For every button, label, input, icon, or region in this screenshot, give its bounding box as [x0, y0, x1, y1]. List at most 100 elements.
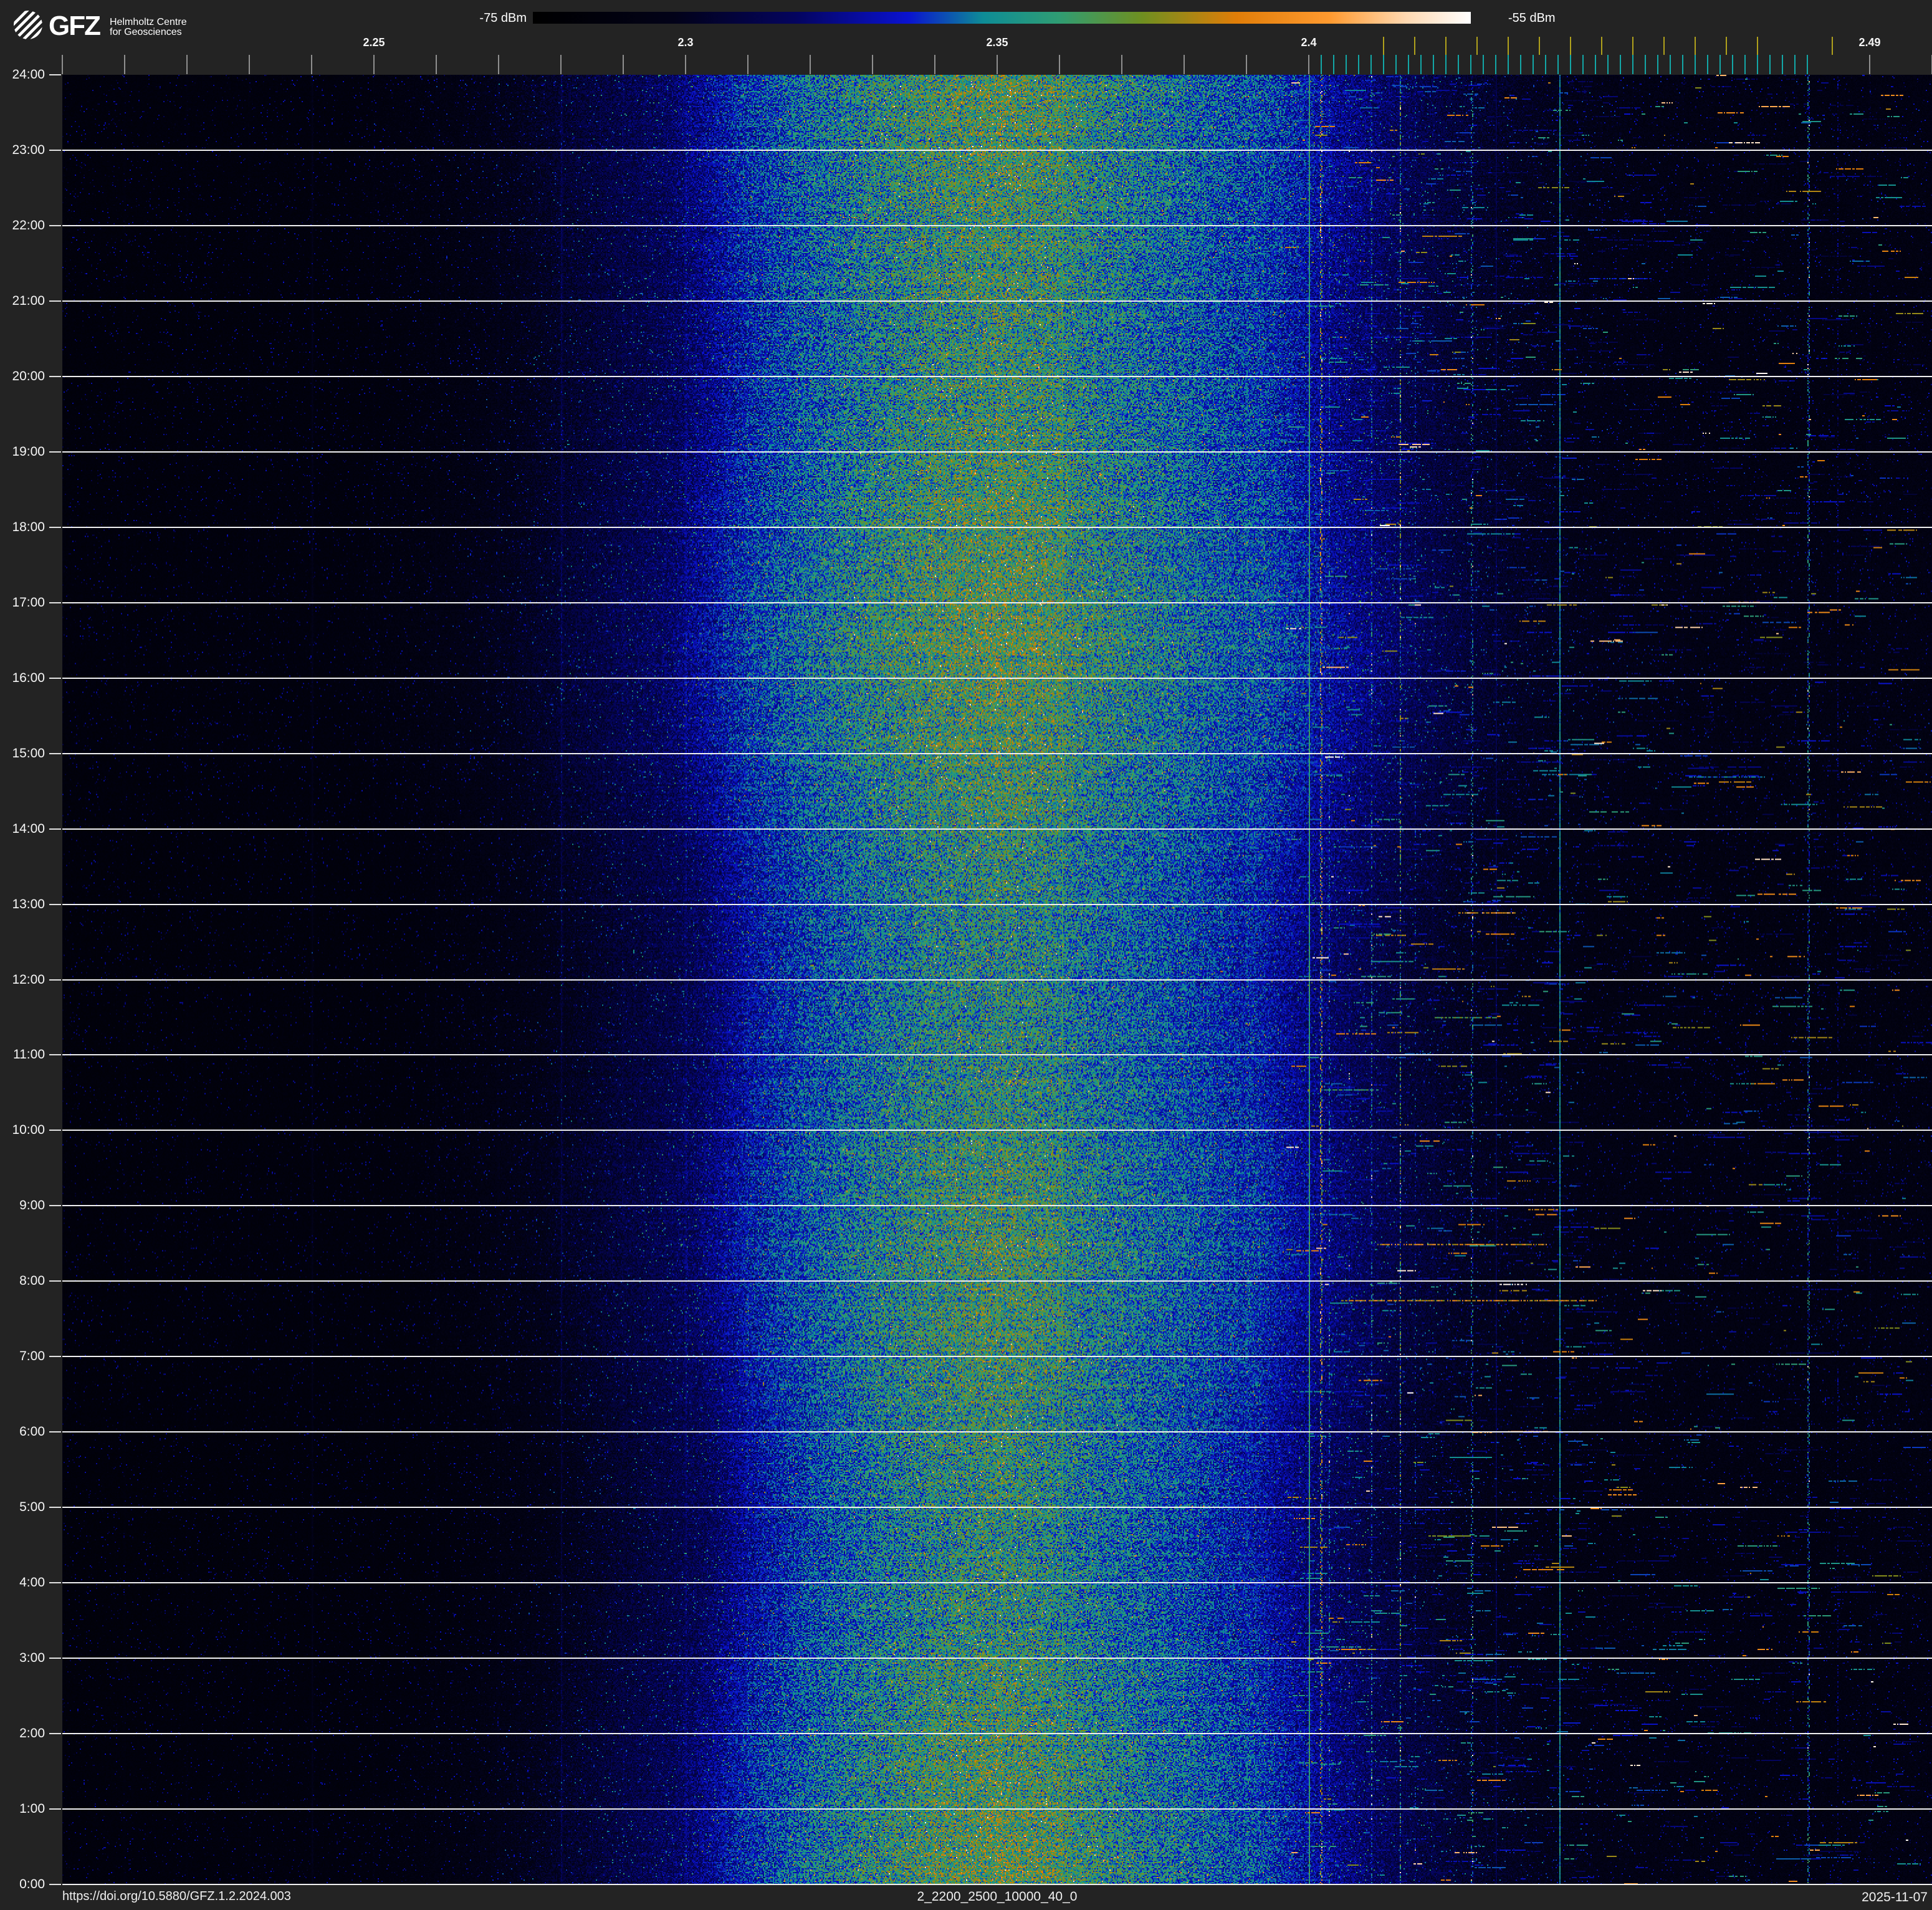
ble-channel-tick — [1321, 55, 1322, 74]
freq-axis-label: 2.25 — [363, 36, 385, 49]
ble-channel-tick — [1682, 55, 1683, 74]
hour-gridline — [62, 1431, 1932, 1433]
ble-channel-tick — [1620, 55, 1621, 74]
time-tick — [49, 1582, 61, 1584]
freq-axis-label: 2.4 — [1301, 36, 1317, 49]
wifi-channel-tick — [1663, 37, 1665, 55]
ble-channel-tick — [1645, 55, 1646, 74]
freq-tick — [498, 55, 499, 74]
freq-tick — [810, 55, 811, 74]
time-tick — [49, 1431, 61, 1433]
wifi-channel-tick — [1508, 37, 1509, 55]
wifi-channel-tick — [1601, 37, 1602, 55]
freq-tick — [249, 55, 250, 74]
ble-channel-tick — [1794, 55, 1796, 74]
freq-tick — [934, 55, 935, 74]
time-axis-label: 9:00 — [19, 1198, 45, 1213]
time-axis-label: 23:00 — [12, 142, 45, 157]
ble-channel-tick — [1333, 55, 1334, 74]
ble-channel-tick — [1433, 55, 1434, 74]
ble-channel-tick — [1508, 55, 1509, 74]
ble-channel-tick — [1545, 55, 1546, 74]
time-tick — [49, 828, 61, 830]
freq-tick — [1059, 55, 1060, 74]
time-tick — [49, 149, 61, 151]
hour-gridline — [62, 1205, 1932, 1207]
time-axis-label: 24:00 — [12, 67, 45, 82]
wifi-channel-tick — [1726, 37, 1727, 55]
wifi-channel-tick — [1445, 37, 1447, 55]
hour-gridline — [62, 602, 1932, 603]
colorbar-max-label: -55 dBm — [1508, 11, 1556, 25]
time-axis-label: 22:00 — [12, 218, 45, 233]
freq-axis-label: 2.49 — [1858, 36, 1881, 49]
freq-tick — [747, 55, 748, 74]
hour-gridline — [62, 1054, 1932, 1056]
time-axis-label: 21:00 — [12, 293, 45, 308]
time-tick — [49, 1658, 61, 1659]
ble-channel-tick — [1346, 55, 1347, 74]
time-axis-label: 12:00 — [12, 972, 45, 987]
freq-tick — [436, 55, 437, 74]
time-tick — [49, 74, 61, 75]
freq-tick — [685, 55, 686, 74]
hour-gridline — [62, 828, 1932, 830]
time-tick — [49, 526, 61, 528]
hour-gridline — [62, 1884, 1932, 1885]
ble-channel-tick — [1757, 55, 1758, 74]
ble-channel-tick — [1732, 55, 1733, 74]
freq-axis-label: 2.3 — [677, 36, 694, 49]
time-axis-label: 7:00 — [19, 1349, 45, 1364]
doi-url-label: https://doi.org/10.5880/GFZ.1.2.2024.003 — [62, 1889, 291, 1903]
time-tick — [49, 1733, 61, 1735]
time-tick — [49, 375, 61, 377]
time-axis-label: 5:00 — [19, 1500, 45, 1515]
wifi-channel-tick — [1632, 37, 1633, 55]
time-axis-label: 2:00 — [19, 1726, 45, 1741]
wifi-channel-tick — [1570, 37, 1571, 55]
ble-channel-tick — [1782, 55, 1783, 74]
ble-channel-tick — [1582, 55, 1584, 74]
hour-gridline — [62, 375, 1932, 377]
hour-gridline — [62, 979, 1932, 981]
date-label: 2025-11-07 — [1862, 1890, 1928, 1904]
freq-tick — [1869, 55, 1870, 74]
ble-channel-tick — [1557, 55, 1559, 74]
time-axis-label: 0:00 — [19, 1877, 45, 1891]
colorbar-gradient — [533, 12, 1471, 24]
ble-channel-tick — [1408, 55, 1409, 74]
hour-gridline — [62, 149, 1932, 151]
time-axis-label: 15:00 — [12, 746, 45, 761]
freq-tick — [1308, 55, 1309, 74]
colorbar-min-label: -75 dBm — [479, 11, 527, 25]
freq-tick — [872, 55, 873, 74]
time-axis-label: 8:00 — [19, 1274, 45, 1289]
hour-gridline — [62, 1808, 1932, 1810]
ble-channel-tick — [1533, 55, 1534, 74]
wifi-channel-tick — [1476, 37, 1478, 55]
time-axis-label: 11:00 — [13, 1047, 45, 1062]
ble-channel-tick — [1383, 55, 1384, 74]
spectrogram-report-page: GFZ Helmholtz Centre for Geosciences -75… — [0, 0, 1932, 1910]
hour-gridline — [62, 677, 1932, 679]
time-axis-label: 6:00 — [19, 1424, 45, 1439]
hour-gridline — [62, 1507, 1932, 1509]
time-axis-label: 10:00 — [12, 1123, 45, 1138]
hour-gridline — [62, 451, 1932, 453]
ble-channel-tick — [1445, 55, 1447, 74]
ble-channel-tick — [1695, 55, 1696, 74]
time-tick — [49, 224, 61, 226]
time-axis-label: 17:00 — [12, 595, 45, 610]
time-axis-label: 16:00 — [12, 670, 45, 685]
hour-gridline — [62, 526, 1932, 528]
ble-channel-tick — [1707, 55, 1708, 74]
time-axis-label: 20:00 — [12, 368, 45, 383]
ble-channel-tick — [1670, 55, 1671, 74]
ble-channel-tick — [1420, 55, 1422, 74]
time-tick — [49, 1130, 61, 1131]
time-tick — [49, 451, 61, 453]
freq-tick — [186, 55, 188, 74]
time-tick — [49, 752, 61, 754]
time-tick — [49, 1884, 61, 1885]
ble-channel-tick — [1719, 55, 1721, 74]
